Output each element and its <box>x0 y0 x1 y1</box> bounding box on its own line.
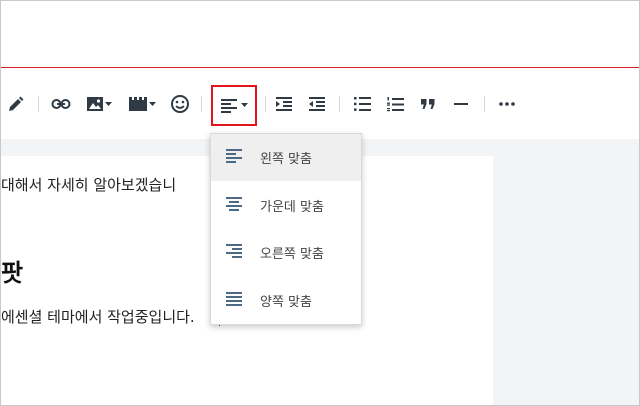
toolbar-divider <box>484 96 485 112</box>
indent-button[interactable] <box>274 91 294 117</box>
video-button[interactable] <box>127 91 157 117</box>
align-justify-icon <box>226 292 242 306</box>
align-left-icon <box>220 98 237 113</box>
emoji-icon <box>171 95 189 113</box>
pen-icon <box>9 96 24 111</box>
align-left-icon <box>226 149 242 163</box>
more-button[interactable] <box>497 91 517 117</box>
image-icon <box>87 97 103 111</box>
outdent-icon <box>309 97 325 111</box>
toolbar-divider <box>38 96 39 112</box>
align-menu-label: 가운데 맞춤 <box>260 200 324 215</box>
toolbar-divider <box>201 96 202 112</box>
quote-icon <box>421 98 435 109</box>
section-heading: 팟 <box>1 259 24 287</box>
chevron-down-icon <box>240 103 248 107</box>
align-right-icon <box>226 244 242 258</box>
align-dropdown-button[interactable] <box>211 85 257 126</box>
link-button[interactable] <box>50 91 72 117</box>
indent-icon <box>276 97 292 111</box>
horizontal-rule-icon <box>454 103 468 105</box>
align-menu-label: 양쪽 맞춤 <box>260 295 312 310</box>
image-button[interactable] <box>84 91 114 117</box>
align-menu: 왼쪽 맞춤 가운데 맞춤 오른쪽 맞춤 양쪽 맞춤 <box>210 133 362 325</box>
numbered-list-icon <box>386 96 404 111</box>
quote-button[interactable] <box>419 91 437 117</box>
align-center-icon <box>226 197 242 211</box>
bulleted-list-button[interactable] <box>352 91 372 117</box>
align-menu-item-right[interactable]: 오른쪽 맞춤 <box>211 229 361 276</box>
align-menu-item-left[interactable]: 왼쪽 맞춤 <box>211 134 361 181</box>
align-menu-label: 왼쪽 맞춤 <box>260 152 312 167</box>
paragraph-text: 에센셜 테마에서 작업중입니다. <box>1 308 195 326</box>
chevron-down-icon <box>105 101 112 106</box>
more-icon <box>499 102 515 106</box>
emoji-button[interactable] <box>169 91 191 117</box>
toolbar-divider <box>339 96 340 112</box>
bulleted-list-icon <box>353 97 371 111</box>
video-icon <box>129 97 147 111</box>
outdent-button[interactable] <box>307 91 327 117</box>
paragraph-text: 대해서 자세히 알아보겠습니 <box>1 176 177 194</box>
title-area[interactable] <box>1 1 639 67</box>
align-menu-item-justify[interactable]: 양쪽 맞춤 <box>211 277 361 324</box>
horizontal-rule-button[interactable] <box>452 91 470 117</box>
pen-button[interactable] <box>5 91 27 117</box>
link-icon <box>51 99 71 109</box>
align-menu-item-center[interactable]: 가운데 맞춤 <box>211 182 361 229</box>
chevron-down-icon <box>149 101 156 106</box>
numbered-list-button[interactable] <box>385 91 405 117</box>
editor-window: 대해서 자세히 알아보겠습니 팟 에센셜 테마에서 작업중입니다. 왼쪽 맞춤 … <box>0 0 640 406</box>
toolbar-divider <box>265 96 266 112</box>
align-menu-label: 오른쪽 맞춤 <box>260 247 324 262</box>
